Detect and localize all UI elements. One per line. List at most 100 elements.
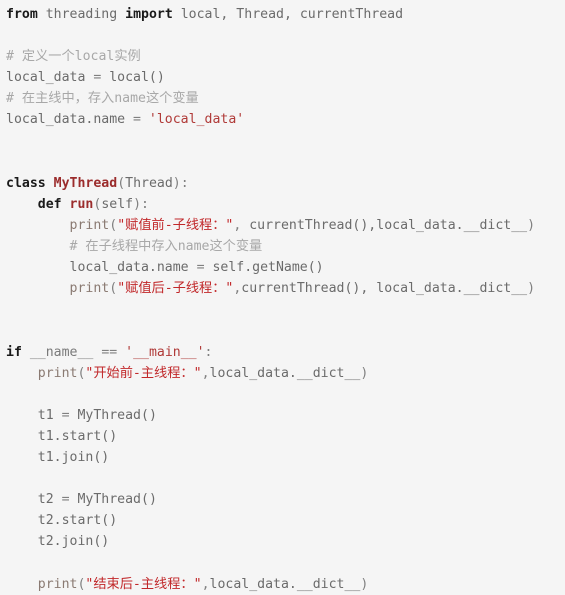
- token-kw: from: [6, 7, 38, 22]
- token-punct: =: [125, 112, 149, 128]
- token-str-cn: "开始前-主线程：": [85, 365, 202, 381]
- token-punct: ): [360, 576, 369, 592]
- token-punct: ,: [201, 576, 210, 592]
- token-name: run: [69, 196, 94, 212]
- token-ident: t1.join(): [37, 449, 110, 465]
- code-block[interactable]: from threading import local, Thread, cur…: [0, 0, 565, 595]
- code-line: if __name__ == '__main__':: [6, 342, 565, 363]
- token-punct: =: [85, 70, 110, 86]
- token-punct: ): [527, 281, 536, 297]
- token-ident: local_data.name: [69, 260, 189, 276]
- token-punct: ,: [233, 217, 250, 233]
- token-ident: local_data.__dict__: [209, 576, 361, 592]
- token-ident: local_data.__dict__: [209, 365, 361, 381]
- token-kw: if: [6, 344, 22, 360]
- code-line: # 在子线程中存入name这个变量: [6, 236, 565, 257]
- token-builtin: print: [37, 365, 78, 381]
- token-ident: self.getName(): [212, 260, 324, 276]
- code-line: t1.start(): [6, 426, 565, 447]
- token-punct: (: [117, 175, 126, 191]
- token-ident: t1.start(): [37, 428, 118, 444]
- code-line: local_data.name = 'local_data': [6, 109, 565, 130]
- token-ident: currentThread(),local_data.__dict__: [249, 217, 528, 233]
- token-str-cn: "赋值前-子线程：": [117, 217, 234, 233]
- code-line: from threading import local, Thread, cur…: [6, 4, 565, 25]
- token-comment: # 在子线程中存入name这个变量: [69, 239, 263, 255]
- token-builtin: print: [69, 281, 110, 297]
- token-dunder: __name__: [29, 344, 94, 360]
- code-line: t2.start(): [6, 510, 565, 531]
- token-punct: (: [109, 281, 118, 297]
- token-comment: # 定义一个local实例: [6, 49, 141, 65]
- token-ident: t2: [37, 492, 54, 508]
- token-ident: local_data.name: [6, 112, 126, 128]
- token-kw: def: [37, 196, 62, 212]
- token-punct: =: [188, 260, 213, 276]
- token-comment: # 在主线中，存入name这个变量: [6, 91, 199, 107]
- token-str-cn: "赋值后-子线程：": [117, 281, 234, 297]
- code-line: t2.join(): [6, 531, 565, 552]
- token-punct: :: [204, 344, 213, 360]
- token-punct: =: [53, 407, 78, 423]
- token-punct: (: [109, 217, 118, 233]
- code-line: print("开始前-主线程：",local_data.__dict__): [6, 363, 565, 384]
- token-ident: self: [101, 196, 134, 212]
- code-line: print("赋值后-子线程：",currentThread(), local_…: [6, 278, 565, 299]
- token-ident: local(): [109, 70, 165, 86]
- token-builtin: print: [37, 576, 78, 592]
- token-ident: currentThread(), local_data.__dict__: [241, 281, 528, 297]
- token-punct: ==: [93, 344, 126, 360]
- token-name: MyThread: [53, 175, 118, 191]
- code-line: # 在主线中，存入name这个变量: [6, 88, 565, 109]
- code-line: t1 = MyThread(): [6, 405, 565, 426]
- token-kw: import: [125, 7, 173, 22]
- token-ident: MyThread(): [77, 407, 157, 423]
- token-punct: ):: [133, 196, 149, 212]
- token-str-cn: "结束后-主线程：": [85, 576, 202, 592]
- token-ident: local_data: [6, 70, 86, 86]
- token-punct: =: [53, 492, 78, 508]
- code-line: print("赋值前-子线程：", currentThread(),local_…: [6, 215, 565, 236]
- code-line: # 定义一个local实例: [6, 46, 565, 67]
- token-str: '__main__': [125, 344, 205, 360]
- code-line: t1.join(): [6, 447, 565, 468]
- token-str: 'local_data': [148, 112, 245, 128]
- token-punct: ): [360, 365, 369, 381]
- token-ident: local, Thread, currentThread: [180, 7, 404, 22]
- code-line: print("结束后-主线程：",local_data.__dict__): [6, 574, 565, 595]
- code-line: local_data = local(): [6, 67, 565, 88]
- token-ident: threading: [45, 7, 118, 22]
- token-punct: ,: [201, 365, 210, 381]
- code-line: class MyThread(Thread):: [6, 173, 565, 194]
- token-punct: ):: [172, 175, 189, 191]
- code-line: def run(self):: [6, 194, 565, 215]
- token-ident: t1: [37, 407, 54, 423]
- token-ident: MyThread(): [77, 492, 157, 508]
- token-ident: t2.join(): [37, 534, 110, 550]
- token-punct: ): [527, 217, 536, 233]
